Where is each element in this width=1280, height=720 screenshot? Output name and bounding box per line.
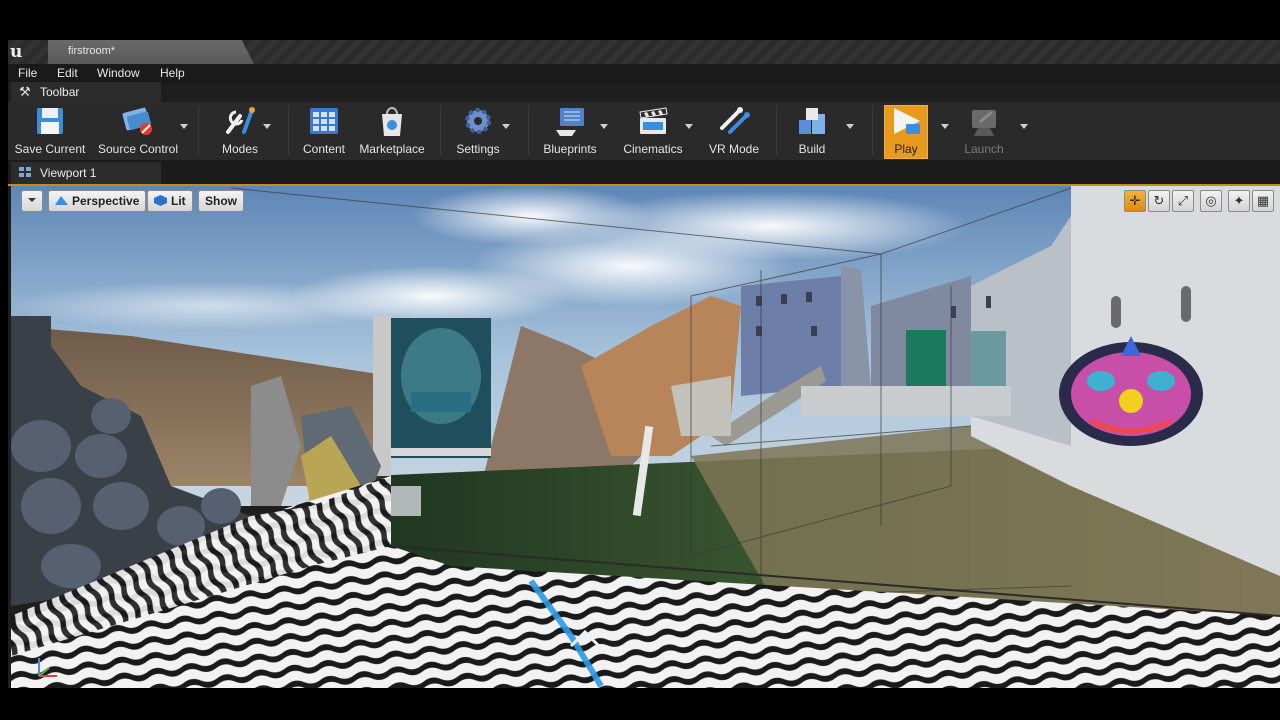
main-toolbar: Save Current Source Control Modes Conten… — [8, 102, 1280, 160]
modes-button[interactable]: Modes — [216, 102, 264, 160]
viewport-options-dropdown[interactable] — [21, 190, 43, 212]
lit-cube-icon — [154, 195, 167, 206]
blueprints-dropdown-icon[interactable] — [600, 124, 608, 129]
vr-mode-label: VR Mode — [708, 142, 760, 156]
build-icon — [799, 108, 825, 134]
chevron-down-icon — [28, 198, 36, 202]
clapperboard-icon — [639, 107, 668, 134]
axis-gizmo-icon — [38, 658, 57, 677]
settings-label: Settings — [456, 142, 500, 156]
launch-label: Launch — [964, 142, 1004, 156]
viewport-tab[interactable]: Viewport 1 — [11, 162, 161, 184]
save-current-label: Save Current — [14, 142, 86, 156]
toolbar-separator — [288, 106, 289, 156]
play-button[interactable]: Play — [884, 102, 928, 160]
source-control-icon — [122, 107, 152, 135]
play-dropdown-icon[interactable] — [941, 124, 949, 129]
lit-label: Lit — [171, 194, 186, 208]
blueprints-button[interactable]: Blueprints — [540, 102, 600, 160]
scene-render — [11, 186, 1280, 688]
marketplace-button[interactable]: Marketplace — [356, 102, 428, 160]
wrench-icon: ⚒ — [19, 84, 31, 99]
modes-icon — [226, 107, 255, 134]
perspective-icon — [55, 196, 68, 205]
toolbar-separator — [198, 106, 199, 156]
marketplace-label: Marketplace — [359, 142, 425, 156]
unreal-editor-window: u firstroom* File Edit Window Help ⚒ Too… — [8, 40, 1280, 688]
level-viewport[interactable]: Perspective Lit Show ✛ ↻ ⤢ ◎ ✦ ▦ — [11, 186, 1280, 688]
transform-tools: ✛ ↻ ⤢ ◎ ✦ ▦ — [1124, 190, 1274, 212]
show-button[interactable]: Show — [198, 190, 244, 212]
vr-mode-icon — [720, 107, 750, 134]
build-dropdown-icon[interactable] — [846, 124, 854, 129]
save-current-button[interactable]: Save Current — [14, 102, 86, 160]
cinematics-button[interactable]: Cinematics — [620, 102, 686, 160]
play-label: Play — [894, 142, 918, 156]
content-button[interactable]: Content — [300, 102, 348, 160]
viewport-tab-row: Viewport 1 — [8, 160, 1280, 184]
level-tab-label: firstroom* — [68, 45, 116, 57]
play-icon — [894, 108, 920, 134]
vr-mode-button[interactable]: VR Mode — [706, 102, 762, 160]
settings-dropdown-icon[interactable] — [502, 124, 510, 129]
marketplace-icon — [382, 107, 402, 136]
unreal-logo-icon: u — [10, 42, 23, 62]
toolbar-separator — [528, 106, 529, 156]
source-control-dropdown-icon[interactable] — [180, 124, 188, 129]
perspective-button[interactable]: Perspective — [48, 190, 147, 212]
toolbar-separator — [776, 106, 777, 156]
rotate-tool-icon[interactable]: ↻ — [1148, 190, 1170, 212]
menu-bar: File Edit Window Help — [8, 64, 1280, 84]
menu-help[interactable]: Help — [160, 66, 185, 80]
source-control-label: Source Control — [97, 142, 179, 156]
blueprints-label: Blueprints — [543, 142, 597, 156]
title-bar: u firstroom* — [8, 40, 1280, 64]
modes-dropdown-icon[interactable] — [263, 124, 271, 129]
world-space-icon[interactable]: ◎ — [1200, 190, 1222, 212]
perspective-label: Perspective — [72, 194, 140, 208]
content-browser-icon — [310, 108, 338, 134]
launch-icon — [972, 110, 996, 136]
translate-tool-icon[interactable]: ✛ — [1124, 190, 1146, 212]
launch-button[interactable]: Launch — [958, 102, 1010, 160]
menu-edit[interactable]: Edit — [57, 66, 78, 80]
lit-button[interactable]: Lit — [147, 190, 193, 212]
save-icon — [37, 108, 63, 134]
build-button[interactable]: Build — [788, 102, 836, 160]
build-label: Build — [798, 142, 826, 156]
modes-label: Modes — [221, 142, 259, 156]
toolbar-separator — [872, 106, 873, 156]
toolbar-separator — [440, 106, 441, 156]
toolbar-tab[interactable]: ⚒ Toolbar — [11, 82, 161, 102]
settings-gear-icon — [465, 108, 491, 134]
blueprints-icon — [556, 108, 584, 136]
source-control-button[interactable]: Source Control — [96, 102, 180, 160]
menu-window[interactable]: Window — [97, 66, 140, 80]
content-label: Content — [302, 142, 346, 156]
viewport-tab-label: Viewport 1 — [40, 166, 97, 180]
show-label: Show — [205, 194, 237, 208]
settings-button[interactable]: Settings — [454, 102, 502, 160]
cinematics-label: Cinematics — [623, 142, 683, 156]
level-tab[interactable]: firstroom* — [48, 40, 254, 64]
menu-file[interactable]: File — [18, 66, 37, 80]
scale-tool-icon[interactable]: ⤢ — [1172, 190, 1194, 212]
grid-snap-icon[interactable]: ▦ — [1252, 190, 1274, 212]
launch-dropdown-icon[interactable] — [1020, 124, 1028, 129]
cinematics-dropdown-icon[interactable] — [685, 124, 693, 129]
toolbar-tab-label: Toolbar — [40, 85, 80, 99]
viewport-grid-icon — [19, 167, 31, 178]
surface-snap-icon[interactable]: ✦ — [1228, 190, 1250, 212]
